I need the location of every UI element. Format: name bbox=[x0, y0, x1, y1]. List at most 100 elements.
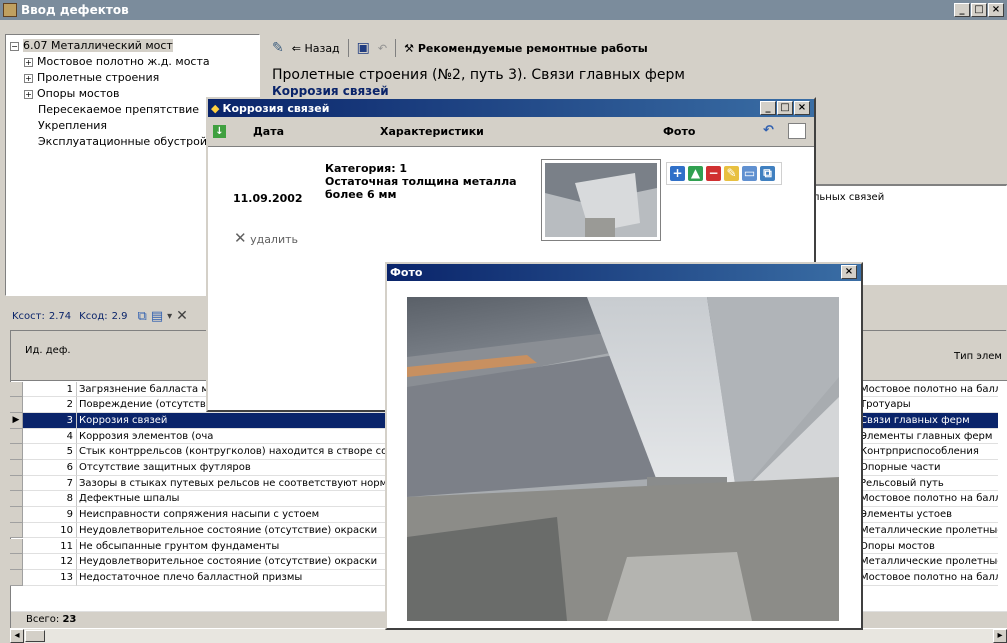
delete-link[interactable]: ✕ удалить bbox=[234, 229, 298, 247]
app-icon bbox=[3, 3, 17, 17]
tree-item-reinforcement[interactable]: Укрепления bbox=[38, 119, 107, 132]
bridge-photo bbox=[407, 297, 839, 621]
row-indicator[interactable] bbox=[10, 460, 23, 476]
total-label: Всего: bbox=[26, 614, 60, 625]
photo-thumbnail[interactable] bbox=[541, 159, 661, 241]
row-type: Рельсовый путь bbox=[858, 475, 998, 492]
row-type: Элементы главных ферм bbox=[858, 428, 998, 445]
expand-icon[interactable]: + bbox=[24, 57, 33, 67]
copy-photo-icon[interactable]: ⧉ bbox=[760, 166, 775, 181]
document-icon[interactable] bbox=[788, 123, 806, 139]
chars-line: Категория: 1 bbox=[325, 162, 408, 175]
close-icon[interactable]: × bbox=[794, 101, 810, 115]
paste-icon[interactable]: ▤ bbox=[151, 309, 163, 324]
back-label: Назад bbox=[304, 41, 340, 55]
close-icon[interactable]: × bbox=[988, 3, 1004, 17]
tree-root[interactable]: −6.07 Металлический мост bbox=[10, 39, 173, 52]
row-type: Тротуары bbox=[858, 397, 998, 413]
tree-item-deck[interactable]: + Мостовое полотно ж.д. моста bbox=[24, 55, 210, 68]
row-indicator[interactable] bbox=[10, 538, 23, 555]
table-row[interactable]: 10 Неудовлетворительное состояние (отсутс… bbox=[10, 522, 397, 539]
undo-icon[interactable]: ↶ bbox=[378, 42, 387, 55]
minimize-icon[interactable]: _ bbox=[760, 101, 776, 115]
comment-icon[interactable]: ▭ bbox=[742, 166, 757, 181]
row-name: Неудовлетворительное состояние (отсутств… bbox=[77, 522, 397, 539]
collapse-icon[interactable]: − bbox=[10, 41, 19, 51]
row-type: Элементы устоев bbox=[858, 507, 998, 523]
tree-item-piers[interactable]: + Опоры мостов bbox=[24, 87, 119, 100]
thumbnail-image bbox=[545, 163, 657, 237]
minimize-icon[interactable]: _ bbox=[954, 3, 970, 17]
recommend-label: Рекомендуемые ремонтные работы bbox=[417, 41, 648, 55]
edit-icon[interactable]: ✎ bbox=[272, 40, 284, 56]
row-indicator[interactable] bbox=[10, 507, 23, 523]
row-indicator[interactable] bbox=[10, 397, 23, 413]
col-date: Дата bbox=[253, 125, 285, 138]
move-up-icon[interactable]: ▲ bbox=[688, 166, 703, 181]
row-indicator[interactable] bbox=[10, 491, 23, 508]
row-id: 4 bbox=[23, 428, 77, 445]
expand-icon[interactable]: + bbox=[24, 89, 33, 99]
table-row[interactable]: 13 Недостаточное плечо балластной призмы bbox=[10, 569, 397, 586]
remove-photo-icon[interactable]: − bbox=[706, 166, 721, 181]
undo-icon[interactable]: ↶ bbox=[763, 123, 774, 138]
col-photo: Фото bbox=[663, 125, 696, 138]
tree-item-obstacle[interactable]: Пересекаемое препятствие bbox=[38, 103, 199, 116]
add-photo-icon[interactable]: + bbox=[670, 166, 685, 181]
table-row[interactable]: 7 Зазоры в стыках путевых рельсов не соот… bbox=[10, 475, 397, 492]
grid-header-id[interactable]: Ид. деф. bbox=[25, 345, 75, 357]
row-indicator[interactable] bbox=[10, 444, 23, 460]
scroll-thumb[interactable] bbox=[25, 630, 45, 642]
note-icon[interactable]: ✎ bbox=[724, 166, 739, 181]
photo-tools: + ▲ − ✎ ▭ ⧉ bbox=[666, 162, 782, 185]
close-icon[interactable]: × bbox=[841, 265, 857, 279]
row-pointer-icon[interactable]: ▶ bbox=[10, 412, 23, 429]
table-row[interactable]: 5 Стык контррельсов (контругколов) находи… bbox=[10, 444, 397, 460]
copy-icon[interactable]: ⧉ bbox=[138, 309, 147, 324]
col-chars: Характеристики bbox=[380, 125, 484, 138]
tree-item-service[interactable]: Эксплуатационные обустрой bbox=[38, 135, 207, 148]
scroll-right-icon[interactable]: ▸ bbox=[993, 629, 1007, 643]
save-icon[interactable]: ▣ bbox=[357, 40, 370, 56]
row-id: 13 bbox=[23, 569, 77, 586]
row-indicator[interactable] bbox=[10, 554, 23, 570]
chars-line: более 6 мм bbox=[325, 188, 397, 201]
table-row[interactable]: 4 Коррозия элементов (оча bbox=[10, 428, 397, 445]
row-indicator[interactable] bbox=[10, 381, 23, 398]
cut-icon[interactable]: ✕ bbox=[176, 308, 188, 324]
maximize-icon[interactable]: □ bbox=[971, 3, 987, 17]
scroll-left-icon[interactable]: ◂ bbox=[10, 629, 24, 643]
download-arrow-icon[interactable]: ↓ bbox=[213, 125, 226, 138]
wrench-icon: ⚒ bbox=[404, 41, 414, 55]
expand-icon[interactable]: + bbox=[24, 73, 33, 83]
row-id: 8 bbox=[23, 491, 77, 508]
table-row[interactable]: 9 Неисправности сопряжения насыпи с устое… bbox=[10, 507, 397, 523]
delete-x-icon: ✕ bbox=[234, 229, 247, 247]
row-indicator[interactable] bbox=[10, 475, 23, 492]
table-row[interactable]: 6 Отсутствие защитных футляров bbox=[10, 460, 397, 476]
maximize-icon[interactable]: □ bbox=[777, 101, 793, 115]
row-type: Мостовое полотно на балл bbox=[858, 569, 998, 586]
recommend-button[interactable]: ⚒ Рекомендуемые ремонтные работы bbox=[404, 42, 648, 55]
row-indicator[interactable] bbox=[10, 428, 23, 445]
row-name: Неисправности сопряжения насыпи с устоем bbox=[77, 507, 397, 523]
back-button[interactable]: ⇐ Назад bbox=[292, 42, 340, 55]
table-row[interactable]: 11 Не обсыпанные грунтом фундаменты bbox=[10, 538, 397, 555]
kcod-value: 2.9 bbox=[111, 310, 128, 322]
table-row[interactable]: 8 Дефектные шпалы bbox=[10, 491, 397, 508]
row-indicator[interactable] bbox=[10, 569, 23, 586]
corrosion-dialog-title: Коррозия связей bbox=[222, 101, 330, 115]
row-id: 1 bbox=[23, 381, 77, 398]
table-row[interactable]: ▶ 3 Коррозия связей bbox=[10, 412, 397, 429]
total-value: 23 bbox=[62, 614, 77, 625]
dropdown-icon[interactable]: ▾ bbox=[167, 311, 172, 322]
grid-header-type[interactable]: Тип элем bbox=[954, 351, 1002, 362]
horizontal-scrollbar[interactable]: ◂ ▸ bbox=[10, 628, 1007, 643]
tree-item-label: Эксплуатационные обустрой bbox=[38, 135, 208, 148]
tree-item-spans[interactable]: + Пролетные строения bbox=[24, 71, 159, 84]
details-text: льных связей bbox=[813, 192, 885, 203]
kcost-value: 2.74 bbox=[48, 310, 72, 322]
table-row[interactable]: 12 Неудовлетворительное состояние (отсутс… bbox=[10, 554, 397, 570]
row-indicator[interactable] bbox=[10, 522, 23, 539]
row-type: Мостовое полотно на балл bbox=[858, 491, 998, 508]
